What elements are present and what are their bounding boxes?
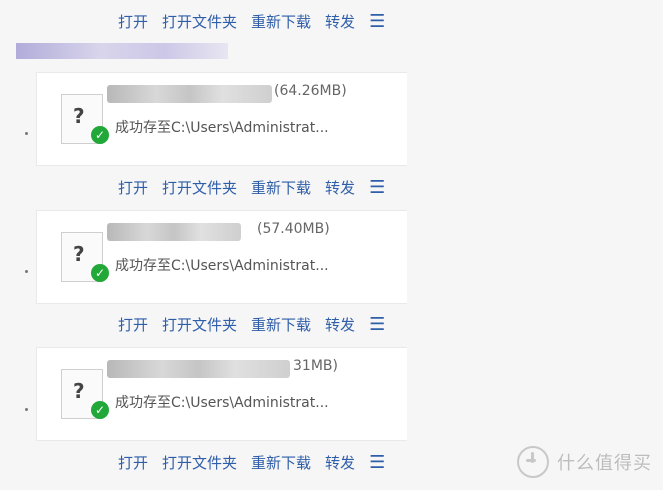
open-button[interactable]: 打开 [118,452,148,473]
forward-button[interactable]: 转发 [325,452,355,473]
file-status: 成功存至C:\Users\Administrat... [115,395,329,411]
open-button[interactable]: 打开 [118,314,148,335]
file-status: 成功存至C:\Users\Administrat... [115,120,329,136]
forward-button[interactable]: 转发 [325,177,355,198]
file-card[interactable]: ? ✓ (57.40MB) 成功存至C:\Users\Administrat..… [36,210,407,304]
actions-1: 打开 打开文件夹 重新下载 转发 ☰ [36,168,406,206]
open-folder-button[interactable]: 打开文件夹 [162,177,237,198]
smzdm-logo-icon [517,446,549,478]
blurred-sender-name [16,43,228,59]
watermark: 什么值得买 [517,446,652,478]
hamburger-icon[interactable]: ☰ [369,11,385,32]
open-folder-button[interactable]: 打开文件夹 [162,452,237,473]
redownload-button[interactable]: 重新下载 [251,177,311,198]
open-folder-button[interactable]: 打开文件夹 [162,314,237,335]
message-bullet [25,408,28,411]
file-size: (64.26MB) [274,83,347,99]
file-status: 成功存至C:\Users\Administrat... [115,258,329,274]
hamburger-icon[interactable]: ☰ [369,452,385,473]
open-button[interactable]: 打开 [118,11,148,32]
message-bullet [25,270,28,273]
actions-top: 打开 打开文件夹 重新下载 转发 ☰ [36,2,406,40]
hamburger-icon[interactable]: ☰ [369,314,385,335]
redownload-button[interactable]: 重新下载 [251,11,311,32]
check-icon: ✓ [91,401,109,419]
message-bullet [25,132,28,135]
open-folder-button[interactable]: 打开文件夹 [162,11,237,32]
hamburger-icon[interactable]: ☰ [369,177,385,198]
file-size: 31MB) [293,358,338,374]
forward-button[interactable]: 转发 [325,314,355,335]
file-card[interactable]: ? ✓ 31MB) 成功存至C:\Users\Administrat... [36,347,407,441]
redownload-button[interactable]: 重新下载 [251,314,311,335]
open-button[interactable]: 打开 [118,177,148,198]
blurred-file-name [107,223,241,241]
blurred-file-name [107,360,290,378]
check-icon: ✓ [91,126,109,144]
file-card[interactable]: ? ✓ (64.26MB) 成功存至C:\Users\Administrat..… [36,72,407,166]
actions-3: 打开 打开文件夹 重新下载 转发 ☰ [36,443,406,481]
forward-button[interactable]: 转发 [325,11,355,32]
actions-2: 打开 打开文件夹 重新下载 转发 ☰ [36,305,406,343]
blurred-file-name [107,85,272,103]
watermark-text: 什么值得买 [557,453,652,474]
file-size: (57.40MB) [257,221,330,237]
check-icon: ✓ [91,264,109,282]
redownload-button[interactable]: 重新下载 [251,452,311,473]
